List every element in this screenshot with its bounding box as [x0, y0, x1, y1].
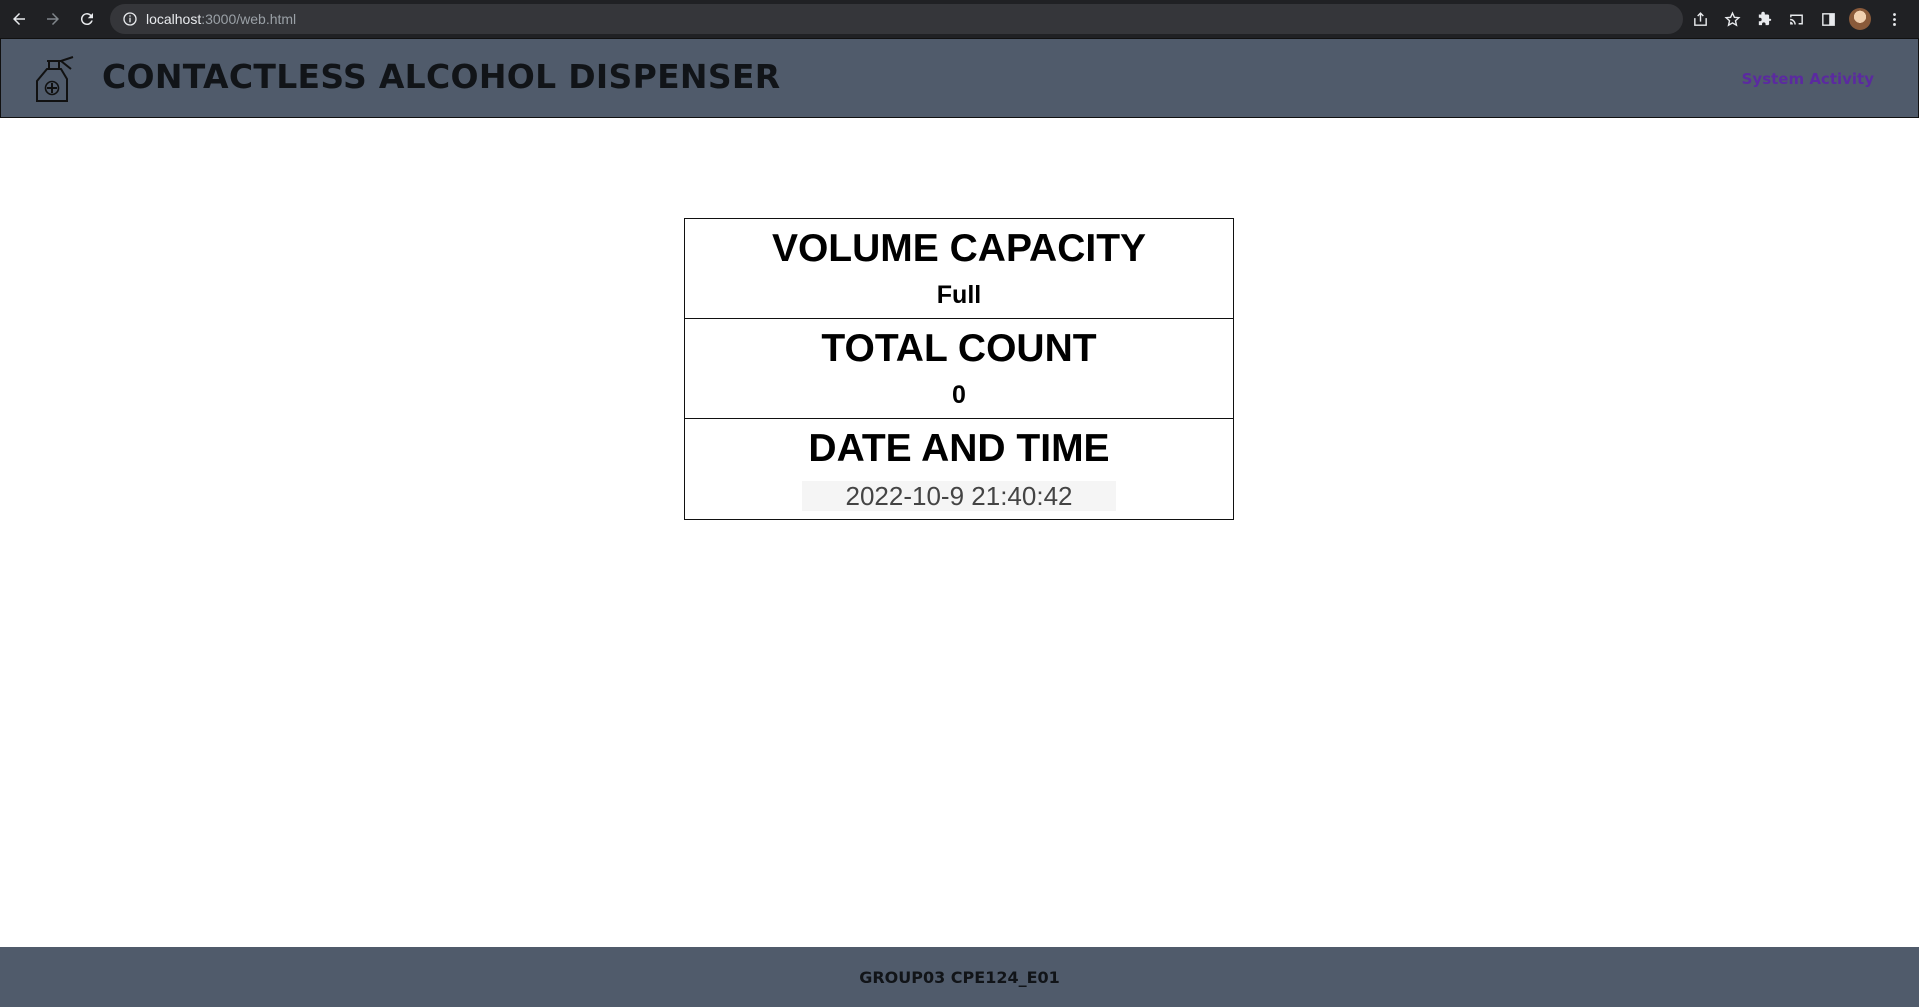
browser-toolbar: localhost:3000/web.html	[0, 0, 1919, 38]
total-count-cell: TOTAL COUNT 0	[685, 319, 1233, 419]
date-time-cell: DATE AND TIME 2022-10-9 21:40:42	[685, 419, 1233, 519]
total-count-value: 0	[952, 381, 966, 409]
volume-capacity-cell: VOLUME CAPACITY Full	[685, 219, 1233, 319]
menu-button[interactable]	[1879, 4, 1909, 34]
puzzle-icon	[1758, 11, 1771, 25]
url-path: :3000/web.html	[201, 11, 297, 27]
reload-button[interactable]	[72, 4, 102, 34]
side-panel-button[interactable]	[1813, 4, 1843, 34]
cast-icon	[1789, 14, 1803, 24]
cast-button[interactable]	[1781, 4, 1811, 34]
share-button[interactable]	[1685, 4, 1715, 34]
extensions-button[interactable]	[1749, 4, 1779, 34]
site-footer: GROUP03 CPE124_E01	[0, 947, 1919, 1007]
site-header: CONTACTLESS ALCOHOL DISPENSER System Act…	[0, 38, 1919, 118]
total-count-label: TOTAL COUNT	[821, 327, 1097, 370]
forward-arrow-icon	[46, 13, 59, 25]
reload-icon	[80, 13, 93, 26]
sanitizer-spray-icon	[36, 56, 74, 102]
profile-avatar[interactable]	[1849, 8, 1871, 30]
share-icon	[1693, 11, 1707, 26]
volume-capacity-value: Full	[936, 281, 982, 309]
back-arrow-icon	[12, 13, 25, 25]
volume-capacity-label: VOLUME CAPACITY	[771, 227, 1147, 270]
forward-button[interactable]	[38, 4, 68, 34]
status-table: VOLUME CAPACITY Full TOTAL COUNT 0 DATE …	[684, 218, 1234, 520]
bookmark-button[interactable]	[1717, 4, 1747, 34]
info-icon	[123, 12, 137, 26]
star-icon	[1723, 10, 1741, 27]
address-bar[interactable]: localhost:3000/web.html	[109, 4, 1683, 34]
page-title: CONTACTLESS ALCOHOL DISPENSER	[102, 57, 781, 96]
date-time-value: 2022-10-9 21:40:42	[802, 481, 1116, 511]
side-panel-icon	[1821, 12, 1835, 26]
url-host: localhost	[145, 11, 202, 27]
browser-actions	[1683, 4, 1919, 34]
system-activity-link[interactable]: System Activity	[1742, 70, 1874, 88]
back-button[interactable]	[4, 4, 34, 34]
more-vertical-icon	[1892, 12, 1896, 26]
date-time-label: DATE AND TIME	[808, 427, 1110, 470]
footer-text: GROUP03 CPE124_E01	[859, 967, 1060, 987]
